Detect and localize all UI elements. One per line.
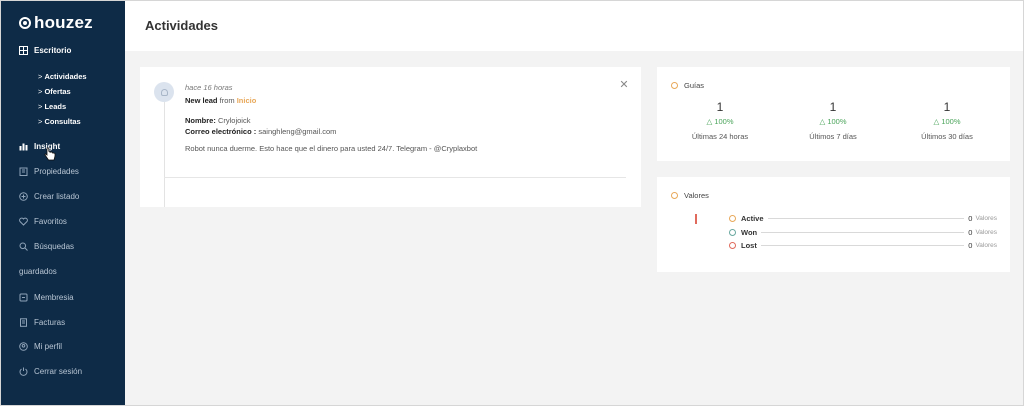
activity-type: New lead (185, 96, 218, 105)
sidebar-item-label: Facturas (34, 318, 66, 327)
bar-chart-icon (19, 142, 28, 151)
stat-7d: 1 △ 100% Últimos 7 días (778, 100, 888, 141)
divider (164, 177, 626, 178)
stat-24h: 1 △ 100% Últimas 24 horas (665, 100, 775, 141)
guias-title: Guías (684, 81, 705, 90)
stat-change: △ 100% (933, 117, 961, 126)
hand-cursor-icon (44, 147, 56, 161)
sidebar-item-guardados[interactable]: guardados (19, 267, 57, 276)
sidebar-item-label: Escritorio (34, 46, 72, 55)
close-icon[interactable]: ✕ (619, 80, 629, 91)
stat-change: △ 100% (819, 117, 847, 126)
person-icon (160, 88, 168, 96)
sidebar-item-favoritos[interactable]: Favoritos (19, 217, 67, 226)
status-dot-icon (729, 215, 736, 222)
sidebar-item-label: Mi perfil (34, 342, 63, 351)
nombre-value: Crylojoick (217, 116, 251, 125)
guias-header: Guías (671, 81, 704, 90)
invoice-icon (19, 318, 28, 327)
sidebar-subitem-actividades[interactable]: Actividades (38, 72, 86, 81)
guias-card: Guías 1 △ 100% Últimas 24 horas 1 △ 100%… (657, 67, 1010, 161)
sidebar-item-busquedas[interactable]: Búsquedas (19, 242, 74, 251)
sidebar-item-label: Propiedades (34, 167, 79, 176)
sidebar-item-label: Cerrar sesión (34, 367, 83, 376)
heart-icon (19, 217, 28, 226)
dotted-leader (767, 218, 965, 219)
building-icon (19, 167, 28, 176)
valores-row-value: 0 (968, 241, 973, 250)
valores-header: Valores (671, 191, 709, 200)
activity-title: New lead from Inicio (185, 96, 256, 105)
sidebar-item-crear-listado[interactable]: Crear listado (19, 192, 79, 201)
email-label: Correo electrónico : (185, 127, 257, 136)
timeline-line (164, 102, 165, 207)
activity-email-line: Correo electrónico : sainghleng@gmail.co… (185, 127, 336, 136)
stat-value: 1 (829, 100, 837, 114)
sidebar-item-cerrar-sesion[interactable]: Cerrar sesión (19, 367, 82, 376)
activity-name-line: Nombre: Crylojoick (185, 116, 250, 125)
sidebar-item-label: Crear listado (34, 192, 80, 201)
valores-row-name: Active (741, 214, 764, 223)
valores-row-value: 0 (968, 228, 973, 237)
sidebar-item-label: Favoritos (34, 217, 67, 226)
search-icon (19, 242, 28, 251)
nombre-label: Nombre: (185, 116, 216, 125)
valores-title: Valores (684, 191, 709, 200)
circle-icon (671, 192, 678, 199)
avatar (154, 82, 174, 102)
valores-row-won: Won 0 Valores (729, 228, 997, 237)
valores-row-lost: Lost 0 Valores (729, 241, 997, 250)
valores-row-unit: Valores (975, 242, 997, 249)
status-dot-icon (729, 242, 736, 249)
status-dot-icon (729, 229, 736, 236)
logout-icon (19, 367, 28, 376)
dotted-leader (761, 232, 965, 233)
dotted-leader (760, 245, 965, 246)
activity-source-link[interactable]: Inicio (237, 96, 257, 105)
sidebar-subitem-consultas[interactable]: Consultas (38, 117, 80, 126)
stat-change: △ 100% (706, 117, 734, 126)
user-icon (19, 342, 28, 351)
circle-icon (671, 82, 678, 89)
page-header: Actividades (125, 1, 1023, 51)
app-window: houzez Escritorio Actividades Ofertas Le… (0, 0, 1024, 406)
stat-label: Últimas 24 horas (691, 132, 749, 141)
plus-circle-icon (19, 192, 28, 201)
sidebar-subitem-leads[interactable]: Leads (38, 102, 66, 111)
valores-row-name: Lost (741, 241, 757, 250)
activity-message: Robot nunca duerme. Esto hace que el din… (185, 144, 478, 153)
page-title: Actividades (145, 18, 218, 33)
sidebar-item-mi-perfil[interactable]: Mi perfil (19, 342, 62, 351)
valores-row-name: Won (741, 228, 758, 237)
activity-card: hace 16 horas New lead from Inicio Nombr… (140, 67, 641, 207)
logo-text: houzez (34, 13, 93, 32)
valores-row-unit: Valores (975, 229, 997, 236)
valores-row-active: Active 0 Valores (729, 214, 997, 223)
sidebar-item-escritorio[interactable]: Escritorio (19, 46, 71, 55)
sidebar: houzez Escritorio Actividades Ofertas Le… (1, 1, 125, 405)
activity-from: from (219, 96, 235, 105)
membership-icon (19, 293, 28, 302)
sidebar-item-propiedades[interactable]: Propiedades (19, 167, 79, 176)
sidebar-item-facturas[interactable]: Facturas (19, 318, 65, 327)
stat-value: 1 (943, 100, 951, 114)
email-value: sainghleng@gmail.com (258, 127, 337, 136)
valores-card: Valores Active 0 Valores Won 0 Valores L… (657, 177, 1010, 272)
houzez-logo[interactable]: houzez (19, 13, 93, 33)
sidebar-item-label: guardados (19, 267, 57, 276)
sidebar-item-label: Membresia (34, 293, 74, 302)
stat-value: 1 (716, 100, 724, 114)
sidebar-subitem-ofertas[interactable]: Ofertas (38, 87, 70, 96)
stat-label: Últimos 7 días (809, 132, 857, 141)
stat-30d: 1 △ 100% Últimos 30 días (892, 100, 1002, 141)
sidebar-item-membresia[interactable]: Membresia (19, 293, 74, 302)
sidebar-item-label: Búsquedas (34, 242, 75, 251)
dashboard-icon (19, 46, 28, 55)
logo-mark-icon (19, 17, 31, 29)
valores-row-value: 0 (968, 214, 973, 223)
activity-time: hace 16 horas (185, 83, 233, 92)
valores-row-unit: Valores (975, 215, 997, 222)
chart-marker (695, 214, 697, 224)
stat-label: Últimos 30 días (921, 132, 973, 141)
